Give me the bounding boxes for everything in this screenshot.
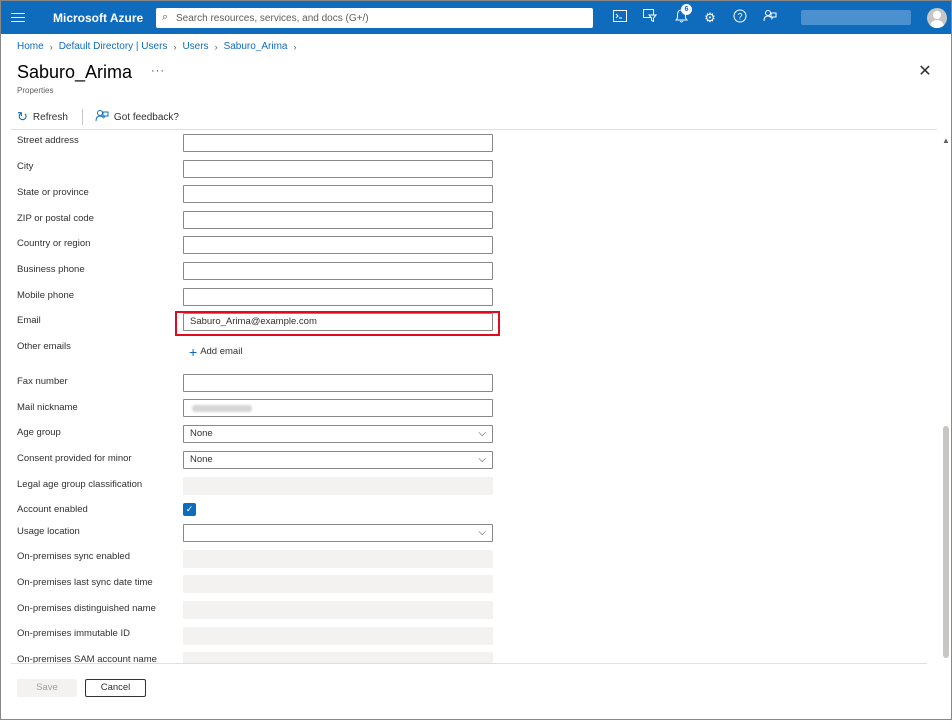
chevron-down-icon: ⌵ bbox=[478, 454, 486, 465]
search-input[interactable] bbox=[176, 9, 586, 27]
street-address-input[interactable] bbox=[183, 134, 493, 152]
breadcrumb-user[interactable]: Saburo_Arima bbox=[224, 41, 288, 52]
mail-nickname-input[interactable] bbox=[183, 399, 493, 417]
business-phone-label: Business phone bbox=[17, 264, 85, 275]
notifications-icon[interactable]: 6 bbox=[672, 4, 692, 27]
refresh-label: Refresh bbox=[32, 111, 68, 123]
usage-location-select[interactable]: ⌵ bbox=[183, 524, 493, 542]
onprem-dn-field bbox=[183, 601, 493, 619]
breadcrumb-default-directory[interactable]: Default Directory | Users bbox=[59, 41, 168, 52]
onprem-sync-label: On-premises sync enabled bbox=[17, 551, 130, 562]
zip-label: ZIP or postal code bbox=[17, 213, 94, 224]
breadcrumb-home[interactable]: Home bbox=[17, 41, 44, 52]
breadcrumb: Home › Default Directory | Users › Users… bbox=[17, 41, 302, 52]
account-info-redacted[interactable] bbox=[801, 10, 911, 25]
chevron-right-icon: › bbox=[173, 41, 177, 52]
account-enabled-checkbox[interactable]: ✓ bbox=[183, 503, 196, 516]
portal-window: Microsoft Azure ⌕ 6 ⚙ ? Home › Default D… bbox=[0, 0, 952, 720]
breadcrumb-users[interactable]: Users bbox=[182, 41, 208, 52]
onprem-immutable-field bbox=[183, 627, 493, 645]
account-enabled-label: Account enabled bbox=[17, 504, 88, 515]
chevron-down-icon: ⌵ bbox=[478, 527, 486, 538]
directory-filter-icon[interactable] bbox=[641, 9, 659, 27]
cloud-shell-icon[interactable] bbox=[611, 9, 629, 27]
mobile-phone-input[interactable] bbox=[183, 288, 493, 306]
fax-input[interactable] bbox=[183, 374, 493, 392]
settings-icon[interactable]: ⚙ bbox=[701, 9, 719, 27]
age-group-value: None bbox=[190, 428, 213, 439]
plus-icon: + bbox=[189, 343, 198, 360]
onprem-last-sync-field bbox=[183, 575, 493, 593]
age-group-label: Age group bbox=[17, 427, 61, 438]
consent-minor-select[interactable]: None ⌵ bbox=[183, 451, 493, 469]
feedback-label: Got feedback? bbox=[113, 111, 179, 123]
refresh-button[interactable]: ↻ Refresh bbox=[17, 109, 68, 125]
scrollbar-thumb[interactable] bbox=[943, 426, 949, 658]
mail-nickname-label: Mail nickname bbox=[17, 402, 78, 413]
onprem-dn-label: On-premises distinguished name bbox=[17, 603, 156, 614]
page-title: Saburo_Arima bbox=[17, 62, 133, 82]
zip-input[interactable] bbox=[183, 211, 493, 229]
chevron-right-icon: › bbox=[293, 41, 297, 52]
consent-minor-value: None bbox=[190, 454, 213, 465]
city-label: City bbox=[17, 161, 34, 172]
state-label: State or province bbox=[17, 187, 89, 198]
help-icon[interactable]: ? bbox=[731, 9, 749, 27]
chevron-right-icon: › bbox=[49, 41, 53, 52]
onprem-immutable-label: On-premises immutable ID bbox=[17, 628, 130, 639]
page-subtitle: Properties bbox=[17, 86, 54, 95]
scroll-up-icon[interactable]: ▲ bbox=[942, 136, 950, 145]
add-email-button[interactable]: + Add email bbox=[189, 343, 243, 360]
feedback-icon[interactable] bbox=[761, 9, 779, 27]
business-phone-input[interactable] bbox=[183, 262, 493, 280]
command-bar: ↻ Refresh Got feedback? bbox=[17, 107, 179, 127]
close-icon[interactable]: ✕ bbox=[917, 64, 933, 80]
toolbar-divider-line bbox=[11, 129, 937, 130]
legal-age-field bbox=[183, 477, 493, 495]
add-email-label: Add email bbox=[200, 346, 243, 357]
notification-badge: 6 bbox=[681, 4, 692, 15]
street-address-label: Street address bbox=[17, 135, 79, 146]
footer-divider bbox=[11, 663, 927, 664]
chevron-down-icon: ⌵ bbox=[478, 428, 486, 439]
brand-name[interactable]: Microsoft Azure bbox=[53, 11, 143, 25]
feedback-icon bbox=[95, 109, 109, 125]
global-search[interactable]: ⌕ bbox=[156, 8, 593, 28]
toolbar-divider bbox=[81, 109, 83, 125]
redacted-value bbox=[192, 405, 252, 412]
more-options-icon[interactable]: ··· bbox=[151, 65, 165, 77]
email-label: Email bbox=[17, 315, 41, 326]
menu-icon[interactable] bbox=[11, 10, 25, 24]
usage-location-label: Usage location bbox=[17, 526, 80, 537]
mobile-phone-label: Mobile phone bbox=[17, 290, 75, 301]
age-group-select[interactable]: None ⌵ bbox=[183, 425, 493, 443]
city-input[interactable] bbox=[183, 160, 493, 178]
onprem-last-sync-label: On-premises last sync date time bbox=[17, 577, 153, 588]
save-button[interactable]: Save bbox=[17, 679, 77, 697]
legal-age-label: Legal age group classification bbox=[17, 479, 143, 490]
fax-label: Fax number bbox=[17, 376, 68, 387]
country-input[interactable] bbox=[183, 236, 493, 254]
top-bar: Microsoft Azure ⌕ 6 ⚙ ? bbox=[1, 1, 951, 34]
chevron-right-icon: › bbox=[214, 41, 218, 52]
other-emails-label: Other emails bbox=[17, 341, 71, 352]
avatar[interactable] bbox=[927, 8, 947, 28]
refresh-icon: ↻ bbox=[17, 109, 28, 124]
search-icon: ⌕ bbox=[162, 11, 169, 23]
consent-minor-label: Consent provided for minor bbox=[17, 453, 132, 464]
email-highlight-box bbox=[175, 311, 500, 336]
state-input[interactable] bbox=[183, 185, 493, 203]
properties-form: Street address City State or province ZI… bbox=[1, 131, 937, 664]
country-label: Country or region bbox=[17, 238, 91, 249]
cancel-button[interactable]: Cancel bbox=[85, 679, 146, 697]
svg-text:?: ? bbox=[737, 12, 742, 22]
feedback-button[interactable]: Got feedback? bbox=[95, 109, 179, 125]
onprem-sync-field bbox=[183, 550, 493, 568]
